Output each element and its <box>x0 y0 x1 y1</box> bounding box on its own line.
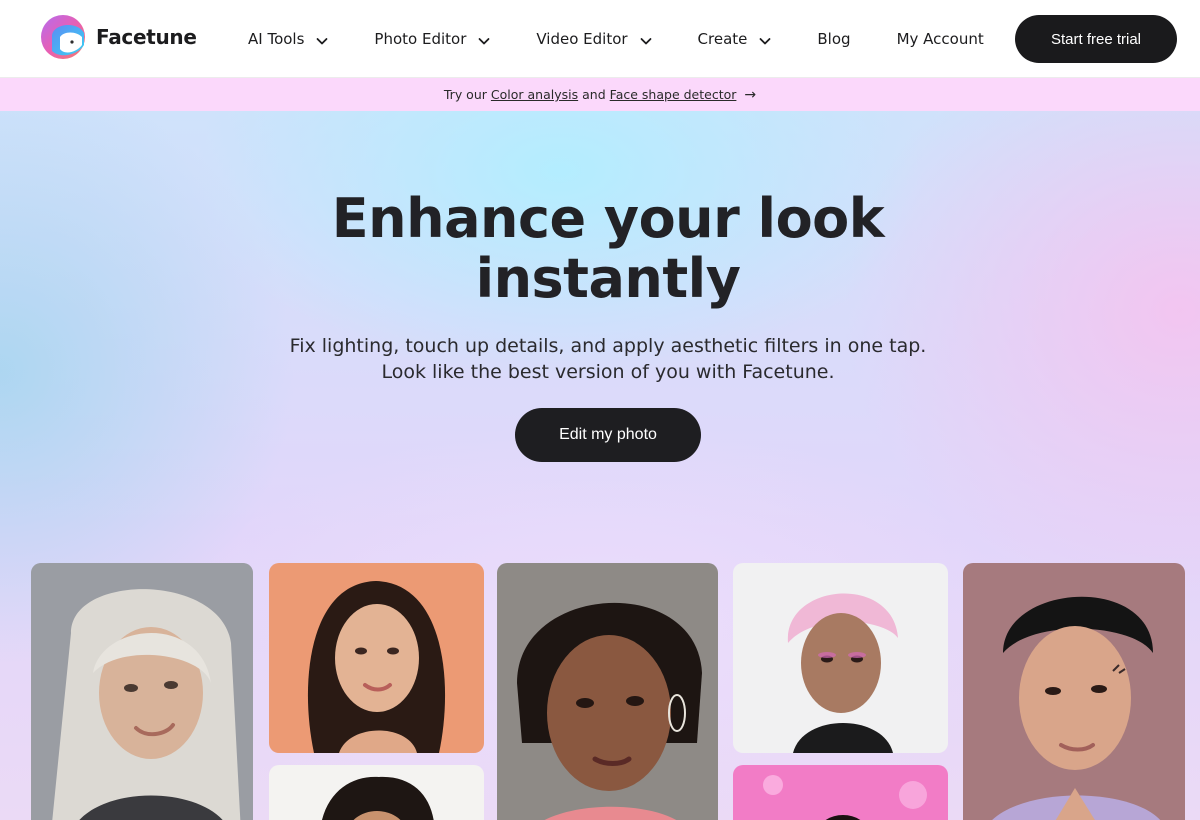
hero-subtitle: Fix lighting, touch up details, and appl… <box>0 333 1200 385</box>
promo-prefix: Try our <box>443 87 487 102</box>
chevron-down-icon <box>640 33 652 45</box>
nav-item-label: Video Editor <box>536 30 628 48</box>
hero-subtitle-line2: Look like the best version of you with F… <box>381 361 835 383</box>
hero-section: Enhance your look instantly Fix lighting… <box>0 111 1200 820</box>
portrait-photo-curly-hair <box>269 765 484 820</box>
nav-item-video-editor[interactable]: Video Editor <box>536 30 651 48</box>
nav-item-label: Photo Editor <box>374 30 467 48</box>
portrait-photo-pink-background <box>733 765 948 820</box>
nav-item-photo-editor[interactable]: Photo Editor <box>374 30 490 48</box>
start-free-trial-button[interactable]: Start free trial <box>1015 15 1177 63</box>
chevron-down-icon <box>316 33 328 45</box>
promo-banner: Try our Color analysis and Face shape de… <box>0 78 1200 111</box>
portrait-photo-pink-hair <box>733 563 948 753</box>
portrait-photo-silver-hair-woman <box>31 563 253 820</box>
nav-item-label: Create <box>697 30 748 48</box>
portrait-photo-woman-orange-bg <box>269 563 484 753</box>
site-header: Facetune AI Tools Photo Editor Video Edi… <box>0 0 1200 78</box>
nav-item-label: AI Tools <box>248 30 305 48</box>
nav-item-label: Blog <box>817 30 851 48</box>
hero-subtitle-line1: Fix lighting, touch up details, and appl… <box>289 335 927 357</box>
nav-item-create[interactable]: Create <box>698 30 772 48</box>
hero-title-line2: instantly <box>475 247 741 310</box>
main-nav: AI Tools Photo Editor Video Editor Creat… <box>248 0 1030 78</box>
hero-title-line1: Enhance your look <box>331 187 885 250</box>
edit-my-photo-button[interactable]: Edit my photo <box>515 408 701 462</box>
nav-item-ai-tools[interactable]: AI Tools <box>248 30 328 48</box>
chevron-down-icon <box>478 33 490 45</box>
portrait-photo-man-denim-jacket <box>963 563 1185 820</box>
color-analysis-link[interactable]: Color analysis <box>491 87 578 102</box>
hero-title: Enhance your look instantly <box>0 189 1200 309</box>
chevron-down-icon <box>759 33 771 45</box>
facetune-logo-icon <box>38 15 88 59</box>
nav-item-blog[interactable]: Blog <box>817 30 850 48</box>
promo-joiner: and <box>582 87 606 102</box>
face-shape-detector-link[interactable]: Face shape detector <box>610 87 737 102</box>
nav-item-label: My Account <box>896 30 984 48</box>
brand-logo[interactable]: Facetune <box>38 15 197 59</box>
arrow-right-icon: → <box>744 86 757 103</box>
portrait-photo-woman-earrings <box>497 563 718 820</box>
nav-item-my-account[interactable]: My Account <box>897 30 984 48</box>
brand-name: Facetune <box>96 25 197 49</box>
